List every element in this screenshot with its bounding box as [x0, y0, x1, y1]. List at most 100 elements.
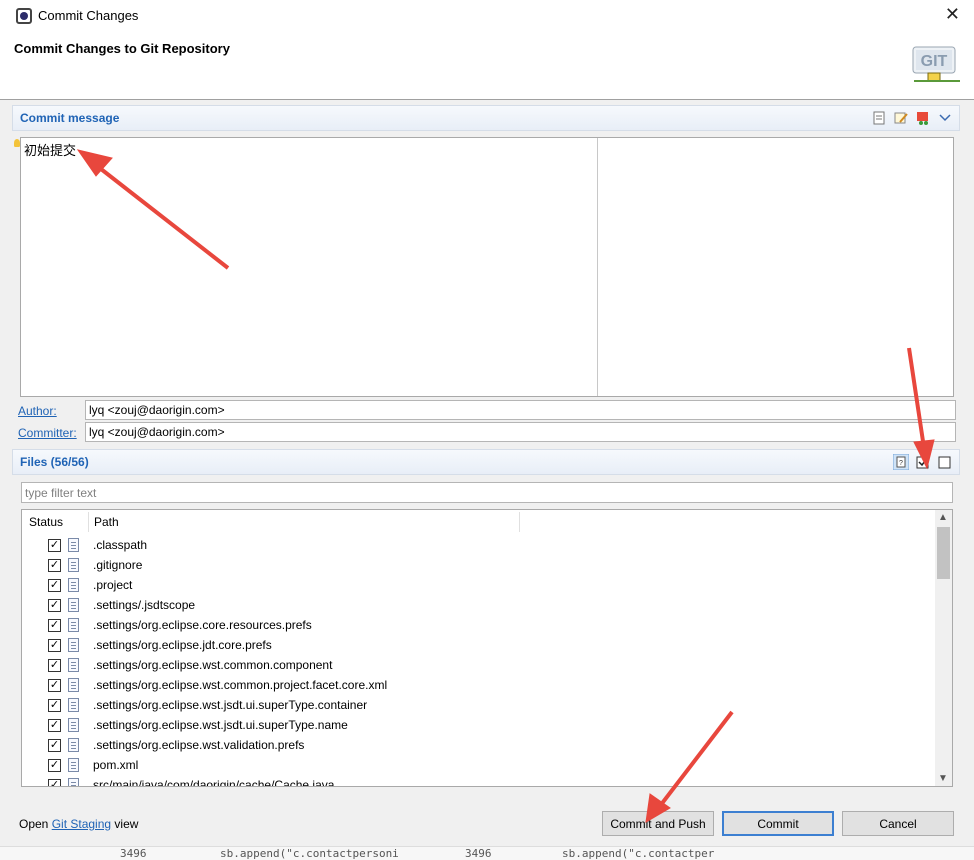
table-row[interactable]: ✓ .settings/.jsdtscope [22, 595, 936, 615]
column-divider[interactable] [519, 512, 520, 532]
file-path: .settings/.jsdtscope [93, 598, 196, 612]
commit-message-text[interactable]: 初始提交 [24, 140, 76, 159]
file-path: src/main/java/com/daorigin/cache/Cache.j… [93, 778, 335, 787]
open-label: Open [19, 817, 49, 831]
files-section-title: Files (56/56) [20, 455, 89, 469]
file-icon [68, 678, 79, 692]
editor-code-line: sb.append("c.contactper [562, 847, 715, 860]
file-icon [68, 598, 79, 612]
file-checkbox[interactable]: ✓ [48, 739, 61, 752]
file-checkbox[interactable]: ✓ [48, 559, 61, 572]
file-icon [68, 638, 79, 652]
file-icon [68, 738, 79, 752]
file-checkbox[interactable]: ✓ [48, 659, 61, 672]
files-table-header: Status Path [22, 510, 936, 534]
amend-icon[interactable] [893, 110, 909, 126]
commit-message-section-bar: Commit message [12, 105, 960, 131]
commit-message-section-title: Commit message [20, 111, 120, 125]
table-row[interactable]: ✓ .settings/org.eclipse.jdt.core.prefs [22, 635, 936, 655]
table-row[interactable]: ✓ .project [22, 575, 936, 595]
change-id-icon[interactable] [915, 110, 931, 126]
cancel-button[interactable]: Cancel [842, 811, 954, 836]
file-icon [68, 758, 79, 772]
editor-code-line: sb.append("c.contactpersoni [220, 847, 399, 860]
files-toolbar: ? [893, 454, 953, 470]
close-icon[interactable]: ✕ [945, 5, 960, 23]
file-icon [68, 778, 79, 786]
file-icon [68, 538, 79, 552]
file-icon [68, 658, 79, 672]
file-path: .settings/org.eclipse.wst.common.project… [93, 678, 388, 692]
table-row[interactable]: ✓ .gitignore [22, 555, 936, 575]
table-row[interactable]: ✓ .settings/org.eclipse.wst.jsdt.ui.super… [22, 695, 936, 715]
file-path: .settings/org.eclipse.jdt.core.prefs [93, 638, 272, 652]
table-row[interactable]: ✓ .settings/org.eclipse.wst.common.projec… [22, 675, 936, 695]
file-checkbox[interactable]: ✓ [48, 639, 61, 652]
column-header-status[interactable]: Status [29, 515, 63, 529]
table-row[interactable]: ✓ pom.xml [22, 755, 936, 775]
file-path: .settings/org.eclipse.wst.common.compone… [93, 658, 333, 672]
file-checkbox[interactable]: ✓ [48, 779, 61, 786]
table-row[interactable]: ✓ .settings/org.eclipse.wst.validation.pr… [22, 735, 936, 755]
file-path: .settings/org.eclipse.wst.jsdt.ui.superT… [93, 718, 348, 732]
table-row[interactable]: ✓ .settings/org.eclipse.wst.jsdt.ui.super… [22, 715, 936, 735]
file-path: .gitignore [93, 558, 143, 572]
dialog-header: Commit Changes to Git Repository GIT [0, 31, 974, 100]
signed-off-icon[interactable] [871, 110, 887, 126]
column-divider[interactable] [88, 512, 89, 532]
file-path: pom.xml [93, 758, 139, 772]
table-row[interactable]: ✓ .classpath [22, 535, 936, 555]
committer-field[interactable]: lyq <zouj@daorigin.com> [85, 422, 956, 442]
file-path: .settings/org.eclipse.wst.jsdt.ui.superT… [93, 698, 368, 712]
commit-button[interactable]: Commit [722, 811, 834, 836]
svg-text:?: ? [899, 460, 903, 467]
file-checkbox[interactable]: ✓ [48, 719, 61, 732]
table-row[interactable]: ✓ src/main/java/com/daorigin/cache/Cache.… [22, 775, 936, 787]
eclipse-app-icon [16, 7, 32, 24]
author-label[interactable]: Author: [18, 404, 57, 418]
file-checkbox[interactable]: ✓ [48, 579, 61, 592]
files-table: Status Path ✓ .classpath ✓ .gitignore ✓ .proj… [21, 509, 953, 787]
file-checkbox[interactable]: ✓ [48, 759, 61, 772]
committer-label[interactable]: Committer: [18, 426, 77, 440]
column-header-path[interactable]: Path [94, 515, 119, 529]
git-staging-link[interactable]: Git Staging [52, 817, 111, 831]
file-path: .project [93, 578, 133, 592]
scrollbar-thumb[interactable] [937, 527, 950, 579]
commit-message-toolbar [871, 110, 953, 126]
file-path: .classpath [93, 538, 148, 552]
git-logo-icon: GIT [912, 46, 960, 82]
file-checkbox[interactable]: ✓ [48, 619, 61, 632]
lightbulb-icon [14, 139, 20, 147]
files-filter-input[interactable]: type filter text [21, 482, 953, 503]
author-field[interactable]: lyq <zouj@daorigin.com> [85, 400, 956, 420]
view-label: view [114, 817, 139, 831]
file-icon [68, 698, 79, 712]
file-path: .settings/org.eclipse.core.resources.pre… [93, 618, 312, 632]
file-icon [68, 578, 79, 592]
chevron-down-icon[interactable] [937, 110, 953, 126]
file-checkbox[interactable]: ✓ [48, 599, 61, 612]
scroll-down-icon[interactable]: ▼ [938, 773, 948, 784]
file-checkbox[interactable]: ✓ [48, 539, 61, 552]
file-path: .settings/org.eclipse.wst.validation.pre… [93, 738, 305, 752]
scroll-up-icon[interactable]: ▲ [938, 512, 948, 523]
commit-message-editor[interactable]: 初始提交 [20, 137, 954, 397]
editor-line-number: 3496 [465, 847, 492, 860]
git-logo-text: GIT [921, 53, 948, 70]
commit-message-ruler [597, 138, 598, 396]
show-untracked-icon[interactable]: ? [893, 454, 909, 470]
file-checkbox[interactable]: ✓ [48, 679, 61, 692]
file-icon [68, 718, 79, 732]
open-staging-text: Open Git Staging view [19, 817, 138, 831]
files-scrollbar[interactable]: ▲ ▼ [935, 510, 952, 786]
select-all-icon[interactable] [915, 454, 931, 470]
window-title: Commit Changes [38, 8, 139, 23]
file-icon [68, 618, 79, 632]
dialog-heading: Commit Changes to Git Repository [14, 41, 230, 56]
deselect-all-icon[interactable] [937, 454, 953, 470]
table-row[interactable]: ✓ .settings/org.eclipse.wst.common.compon… [22, 655, 936, 675]
commit-and-push-button[interactable]: Commit and Push [602, 811, 714, 836]
table-row[interactable]: ✓ .settings/org.eclipse.core.resources.pr… [22, 615, 936, 635]
file-checkbox[interactable]: ✓ [48, 699, 61, 712]
